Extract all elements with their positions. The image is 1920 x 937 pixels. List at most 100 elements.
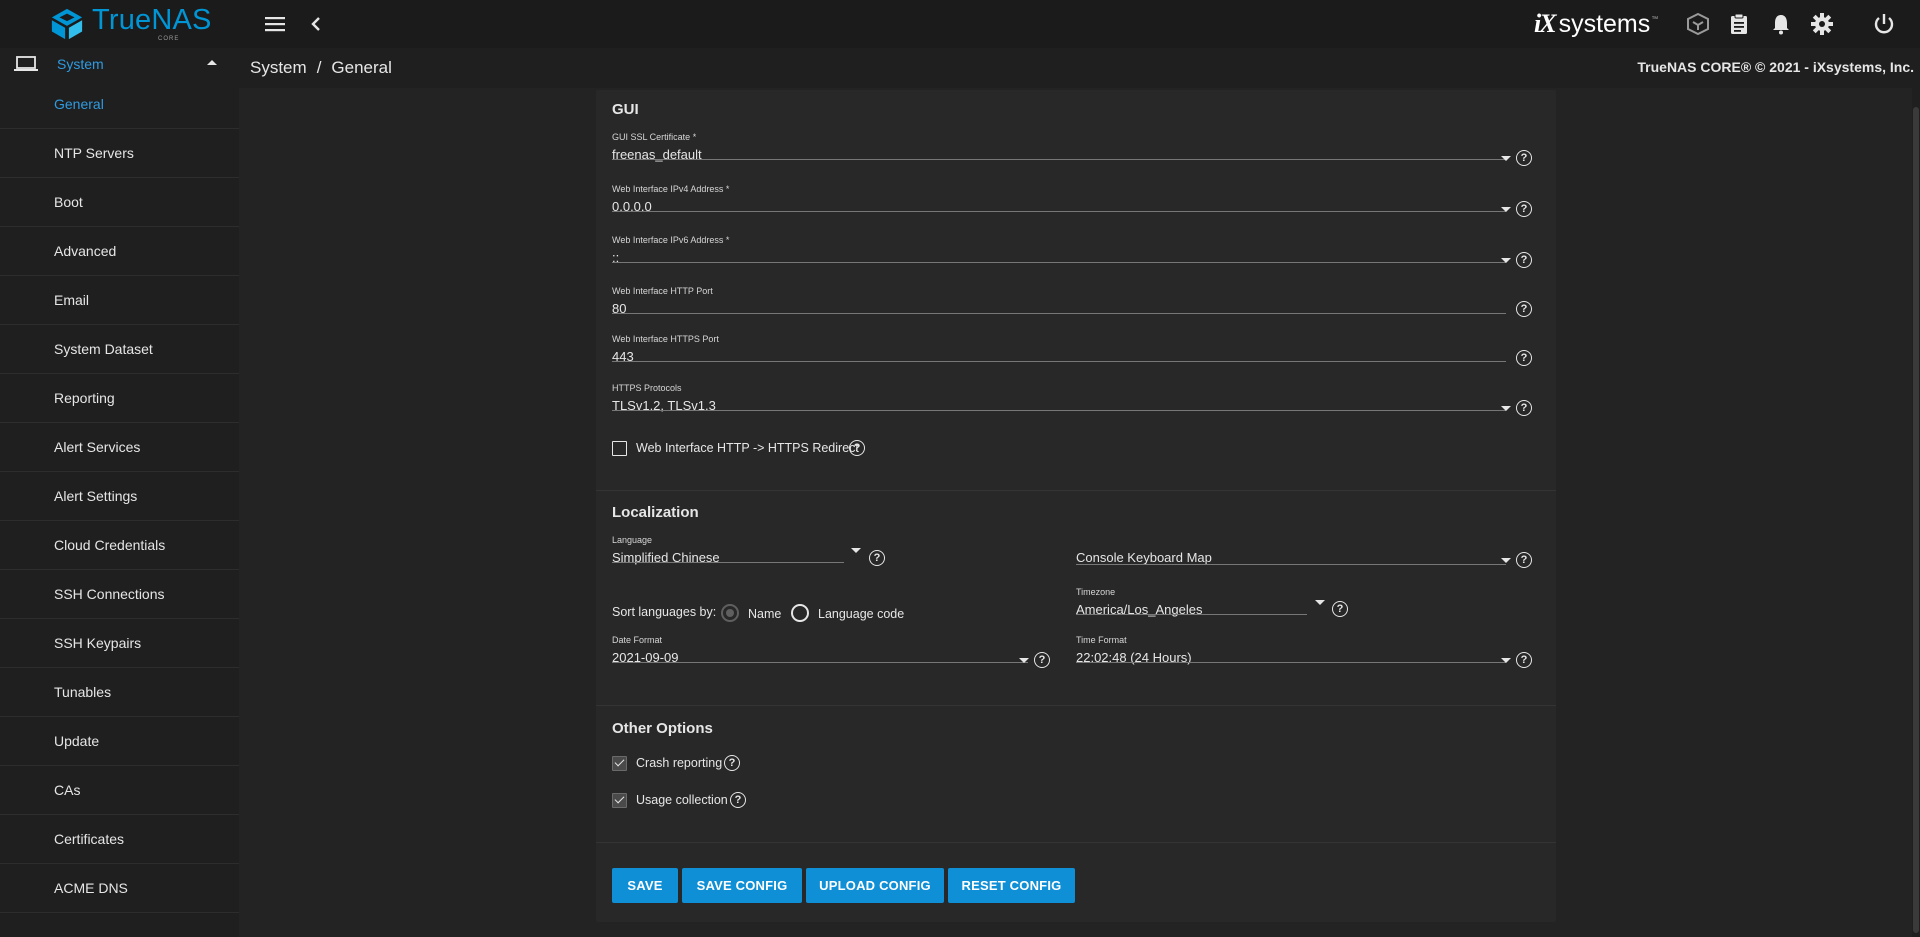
dropdown-arrow-icon[interactable] (1501, 207, 1511, 212)
gui-ssl-certificate-select[interactable]: GUI SSL Certificate * freenas_default (612, 132, 1506, 162)
console-keyboard-map-select[interactable]: Console Keyboard Map (1076, 535, 1506, 565)
timezone-label: Timezone (1076, 587, 1116, 597)
menu-icon (265, 17, 285, 32)
crash-reporting-label[interactable]: Crash reporting (636, 756, 722, 770)
sidebar-item-email[interactable]: Email (0, 276, 239, 325)
power-icon (1874, 14, 1894, 34)
task-manager-button[interactable] (1723, 8, 1755, 40)
breadcrumb-system[interactable]: System (250, 58, 307, 77)
dropdown-arrow-icon[interactable] (1315, 600, 1325, 605)
dropdown-arrow-icon[interactable] (1501, 156, 1511, 161)
usage-collection-label[interactable]: Usage collection (636, 793, 728, 807)
sidebar-item-ssh-connections[interactable]: SSH Connections (0, 570, 239, 619)
usage-collection-checkbox[interactable] (612, 793, 627, 808)
sidebar-item-system-dataset[interactable]: System Dataset (0, 325, 239, 374)
sidebar-item-system[interactable]: System (0, 48, 239, 80)
dropdown-arrow-icon[interactable] (851, 548, 861, 553)
sidebar-item-ntp-servers[interactable]: NTP Servers (0, 129, 239, 178)
help-icon[interactable]: ? (1516, 552, 1532, 568)
sidebar-item-cloud-credentials[interactable]: Cloud Credentials (0, 521, 239, 570)
truecommand-button[interactable] (1682, 8, 1714, 40)
https-port-label: Web Interface HTTPS Port (612, 334, 719, 344)
reset-config-button[interactable]: RESET CONFIG (948, 868, 1075, 903)
sidebar-item-boot[interactable]: Boot (0, 178, 239, 227)
sidebar-item-update[interactable]: Update (0, 717, 239, 766)
collapse-sidebar-button[interactable] (300, 8, 332, 40)
top-bar: TrueNAS CORE i X systems ™ (0, 0, 1920, 48)
http-port-input[interactable]: Web Interface HTTP Port 80 (612, 286, 1506, 316)
ixsystems-logo[interactable]: i X systems ™ (1534, 9, 1659, 38)
language-label: Language (612, 535, 653, 545)
truenas-logo[interactable]: TrueNAS CORE (48, 6, 212, 42)
sidebar-item-alert-settings[interactable]: Alert Settings (0, 472, 239, 521)
ipv6-address-select[interactable]: Web Interface IPv6 Address * :: (612, 235, 1506, 265)
sidebar-item-tunables[interactable]: Tunables (0, 668, 239, 717)
help-icon[interactable]: ? (1516, 350, 1532, 366)
sidebar-item-acme-dns[interactable]: ACME DNS (0, 864, 239, 913)
gear-icon (1811, 13, 1833, 35)
sidebar-item-cas[interactable]: CAs (0, 766, 239, 815)
laptop-icon (14, 56, 38, 71)
sidebar-item-general[interactable]: General (0, 80, 239, 129)
sidebar-item-advanced[interactable]: Advanced (0, 227, 239, 276)
sidebar-item-ssh-keypairs[interactable]: SSH Keypairs (0, 619, 239, 668)
https-redirect-checkbox[interactable] (612, 441, 627, 456)
date-format-select[interactable]: Date Format 2021-09-09 (612, 635, 1028, 665)
help-icon[interactable]: ? (1516, 652, 1532, 668)
page-scrollbar[interactable] (1912, 88, 1920, 937)
upload-config-button[interactable]: UPLOAD CONFIG (806, 868, 944, 903)
sort-by-language-code-label[interactable]: Language code (818, 607, 904, 621)
menu-toggle-button[interactable] (260, 8, 292, 40)
save-config-button[interactable]: SAVE CONFIG (682, 868, 802, 903)
section-divider (596, 490, 1556, 491)
gui-section-title: GUI (612, 101, 639, 118)
help-icon[interactable]: ? (1332, 601, 1348, 617)
sort-by-name-radio[interactable] (721, 604, 739, 622)
https-protocols-select[interactable]: HTTPS Protocols TLSv1.2, TLSv1.3 (612, 383, 1506, 413)
sort-by-name-label[interactable]: Name (748, 607, 781, 621)
sort-by-language-code-radio[interactable] (791, 604, 809, 622)
alerts-button[interactable] (1765, 8, 1797, 40)
date-format-value: 2021-09-09 (612, 650, 679, 665)
http-port-value: 80 (612, 301, 627, 316)
caret-up-icon[interactable] (207, 60, 217, 65)
help-icon[interactable]: ? (1516, 252, 1532, 268)
help-icon[interactable]: ? (849, 440, 865, 456)
dropdown-arrow-icon[interactable] (1501, 558, 1511, 563)
dropdown-arrow-icon[interactable] (1501, 406, 1511, 411)
crash-reporting-checkbox[interactable] (612, 756, 627, 771)
dropdown-arrow-icon[interactable] (1501, 258, 1511, 263)
dropdown-arrow-icon[interactable] (1501, 658, 1511, 663)
sidebar-item-reporting[interactable]: Reporting (0, 374, 239, 423)
timezone-select[interactable]: Timezone America/Los_Angeles (1076, 587, 1307, 617)
https-redirect-label[interactable]: Web Interface HTTP -> HTTPS Redirect (636, 441, 859, 455)
help-icon[interactable]: ? (724, 755, 740, 771)
settings-button[interactable] (1806, 8, 1838, 40)
date-format-label: Date Format (612, 635, 663, 645)
help-icon[interactable]: ? (730, 792, 746, 808)
ipv4-address-select[interactable]: Web Interface IPv4 Address * 0.0.0.0 (612, 184, 1506, 214)
ix-logo-tm: ™ (1651, 15, 1659, 23)
help-icon[interactable]: ? (869, 550, 885, 566)
dropdown-arrow-icon[interactable] (1019, 658, 1029, 663)
https-port-value: 443 (612, 349, 634, 364)
https-protocols-label: HTTPS Protocols (612, 383, 682, 393)
truecommand-icon (1687, 13, 1709, 35)
https-port-input[interactable]: Web Interface HTTPS Port 443 (612, 334, 1506, 364)
help-icon[interactable]: ? (1516, 201, 1532, 217)
field-underline (612, 313, 1506, 314)
help-icon[interactable]: ? (1034, 652, 1050, 668)
power-button[interactable] (1868, 8, 1900, 40)
sidebar-item-certificates[interactable]: Certificates (0, 815, 239, 864)
language-select[interactable]: Language Simplified Chinese (612, 535, 844, 565)
scrollbar-thumb[interactable] (1913, 107, 1919, 933)
help-icon[interactable]: ? (1516, 150, 1532, 166)
save-button[interactable]: SAVE (612, 868, 678, 903)
sidebar-item-alert-services[interactable]: Alert Services (0, 423, 239, 472)
help-icon[interactable]: ? (1516, 400, 1532, 416)
ipv4-address-value: 0.0.0.0 (612, 199, 652, 214)
time-format-select[interactable]: Time Format 22:02:48 (24 Hours) (1076, 635, 1506, 665)
gui-ssl-certificate-value: freenas_default (612, 147, 702, 162)
section-divider (596, 705, 1556, 706)
help-icon[interactable]: ? (1516, 301, 1532, 317)
